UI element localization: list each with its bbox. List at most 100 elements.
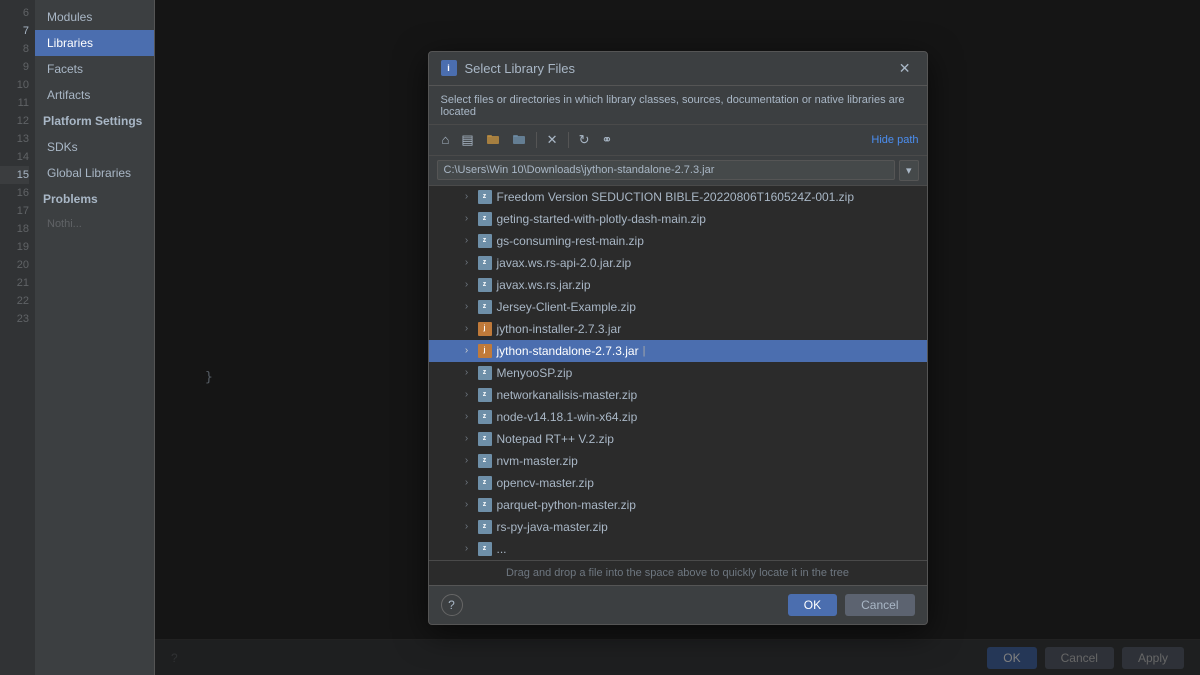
editor-area: } i Select Library Files ✕ Select files …: [155, 0, 1200, 675]
modal-overlay: i Select Library Files ✕ Select files or…: [155, 0, 1200, 675]
file-row-more[interactable]: › z ...: [429, 538, 927, 560]
chevron-icon: ›: [457, 518, 477, 536]
dialog-title-bar: i Select Library Files ✕: [429, 52, 927, 86]
folder-button[interactable]: [481, 129, 505, 151]
hide-path-link[interactable]: Hide path: [871, 134, 918, 146]
refresh-button[interactable]: ↻: [574, 130, 595, 149]
chevron-icon: ›: [457, 408, 477, 426]
path-bar: ▾: [429, 156, 927, 186]
file-row-menyoo[interactable]: › z MenyooSP.zip: [429, 362, 927, 384]
file-name: MenyooSP.zip: [497, 364, 573, 382]
sidebar-item-libraries[interactable]: Libraries: [35, 30, 154, 56]
zip-icon: z: [477, 453, 493, 469]
chevron-icon: ›: [457, 276, 477, 294]
file-row-jython-standalone[interactable]: › j jython-standalone-2.7.3.jar |: [429, 340, 927, 362]
file-row-javax-ws[interactable]: › z javax.ws.rs.jar.zip: [429, 274, 927, 296]
dialog-app-icon: i: [441, 60, 457, 76]
home-button[interactable]: ⌂: [437, 130, 455, 149]
line-7: 7 ▶: [0, 22, 29, 40]
file-row-plotly[interactable]: › z geting-started-with-plotly-dash-main…: [429, 208, 927, 230]
file-row-parquet[interactable]: › z parquet-python-master.zip: [429, 494, 927, 516]
sidebar-item-global-libraries[interactable]: Global Libraries: [35, 160, 154, 186]
file-name: javax.ws.rs.jar.zip: [497, 276, 591, 294]
sidebar-item-sdks[interactable]: SDKs: [35, 134, 154, 160]
file-row-rs-py[interactable]: › z rs-py-java-master.zip: [429, 516, 927, 538]
nothing-text: Nothi...: [35, 212, 154, 236]
file-name: node-v14.18.1-win-x64.zip: [497, 408, 638, 426]
drag-hint: Drag and drop a file into the space abov…: [429, 560, 927, 585]
path-input[interactable]: [437, 160, 895, 180]
file-row-freedom[interactable]: › z Freedom Version SEDUCTION BIBLE-2022…: [429, 186, 927, 208]
file-row-network[interactable]: › z networkanalisis-master.zip: [429, 384, 927, 406]
file-name: Freedom Version SEDUCTION BIBLE-20220806…: [497, 188, 855, 206]
sidebar-item-artifacts[interactable]: Artifacts: [35, 82, 154, 108]
file-name: javax.ws.rs-api-2.0.jar.zip: [497, 254, 632, 272]
dialog-cancel-button[interactable]: Cancel: [845, 594, 914, 616]
toolbar-separator-2: [568, 132, 569, 148]
file-name: jython-standalone-2.7.3.jar: [497, 342, 639, 360]
dialog-close-button[interactable]: ✕: [895, 60, 915, 77]
file-row-opencv[interactable]: › z opencv-master.zip: [429, 472, 927, 494]
line-23: 23: [0, 310, 29, 328]
folder2-button[interactable]: [507, 129, 531, 151]
file-row-jython-installer[interactable]: › j jython-installer-2.7.3.jar: [429, 318, 927, 340]
file-name: nvm-master.zip: [497, 452, 578, 470]
file-list[interactable]: › z Freedom Version SEDUCTION BIBLE-2022…: [429, 186, 927, 560]
main-layout: 6 7 ▶ 8 9 10 11 12 13 14 15 16 17 18 19 …: [0, 0, 1200, 675]
line-22: 22: [0, 292, 29, 310]
chevron-icon: ›: [457, 386, 477, 404]
chevron-icon: ›: [457, 474, 477, 492]
file-name: jython-installer-2.7.3.jar: [497, 320, 622, 338]
line-14: 14: [0, 148, 29, 166]
file-toolbar: ⌂ ▤ ✕: [429, 125, 927, 156]
sidebar-nav: Modules Libraries Facets Artifacts Platf…: [35, 0, 155, 675]
chevron-icon: ›: [457, 364, 477, 382]
platform-settings-header: Platform Settings: [35, 108, 154, 134]
zip-icon: z: [477, 497, 493, 513]
dialog-help-button[interactable]: ?: [441, 594, 463, 616]
zip-icon: z: [477, 431, 493, 447]
line-20: 20: [0, 256, 29, 274]
file-row-jersey[interactable]: › z Jersey-Client-Example.zip: [429, 296, 927, 318]
disk-button[interactable]: ▤: [456, 130, 478, 149]
line-8: 8: [0, 40, 29, 58]
line-16: 16: [0, 184, 29, 202]
zip-icon: z: [477, 387, 493, 403]
toolbar-separator-1: [536, 132, 537, 148]
file-name: networkanalisis-master.zip: [497, 386, 638, 404]
link-button[interactable]: ⚭: [596, 130, 617, 149]
file-name: parquet-python-master.zip: [497, 496, 636, 514]
file-name: Jersey-Client-Example.zip: [497, 298, 636, 316]
file-name: opencv-master.zip: [497, 474, 594, 492]
delete-button[interactable]: ✕: [542, 130, 563, 149]
chevron-icon: ›: [457, 210, 477, 228]
line-15: 15: [0, 166, 29, 184]
line-19: 19: [0, 238, 29, 256]
chevron-icon: ›: [457, 232, 477, 250]
file-row-javax-api[interactable]: › z javax.ws.rs-api-2.0.jar.zip: [429, 252, 927, 274]
line-numbers-gutter: 6 7 ▶ 8 9 10 11 12 13 14 15 16 17 18 19 …: [0, 0, 35, 675]
path-dropdown-button[interactable]: ▾: [899, 160, 919, 181]
line-21: 21: [0, 274, 29, 292]
left-panel: 6 7 ▶ 8 9 10 11 12 13 14 15 16 17 18 19 …: [0, 0, 155, 675]
file-row-notepad[interactable]: › z Notepad RT++ V.2.zip: [429, 428, 927, 450]
chevron-icon: ›: [457, 298, 477, 316]
chevron-icon: ›: [457, 320, 477, 338]
sidebar-item-modules[interactable]: Modules: [35, 4, 154, 30]
chevron-icon: ›: [457, 254, 477, 272]
file-row-nvm[interactable]: › z nvm-master.zip: [429, 450, 927, 472]
problems-header: Problems: [35, 186, 154, 212]
file-row-gs[interactable]: › z gs-consuming-rest-main.zip: [429, 230, 927, 252]
file-row-node[interactable]: › z node-v14.18.1-win-x64.zip: [429, 406, 927, 428]
dialog-ok-button[interactable]: OK: [788, 594, 837, 616]
zip-icon: z: [477, 189, 493, 205]
zip-icon: z: [477, 277, 493, 293]
zip-icon: z: [477, 475, 493, 491]
zip-icon: z: [477, 255, 493, 271]
chevron-icon: ›: [457, 188, 477, 206]
file-name: gs-consuming-rest-main.zip: [497, 232, 644, 250]
line-18: 18: [0, 220, 29, 238]
zip-icon: z: [477, 541, 493, 557]
sidebar-item-facets[interactable]: Facets: [35, 56, 154, 82]
chevron-icon: ›: [457, 342, 477, 360]
